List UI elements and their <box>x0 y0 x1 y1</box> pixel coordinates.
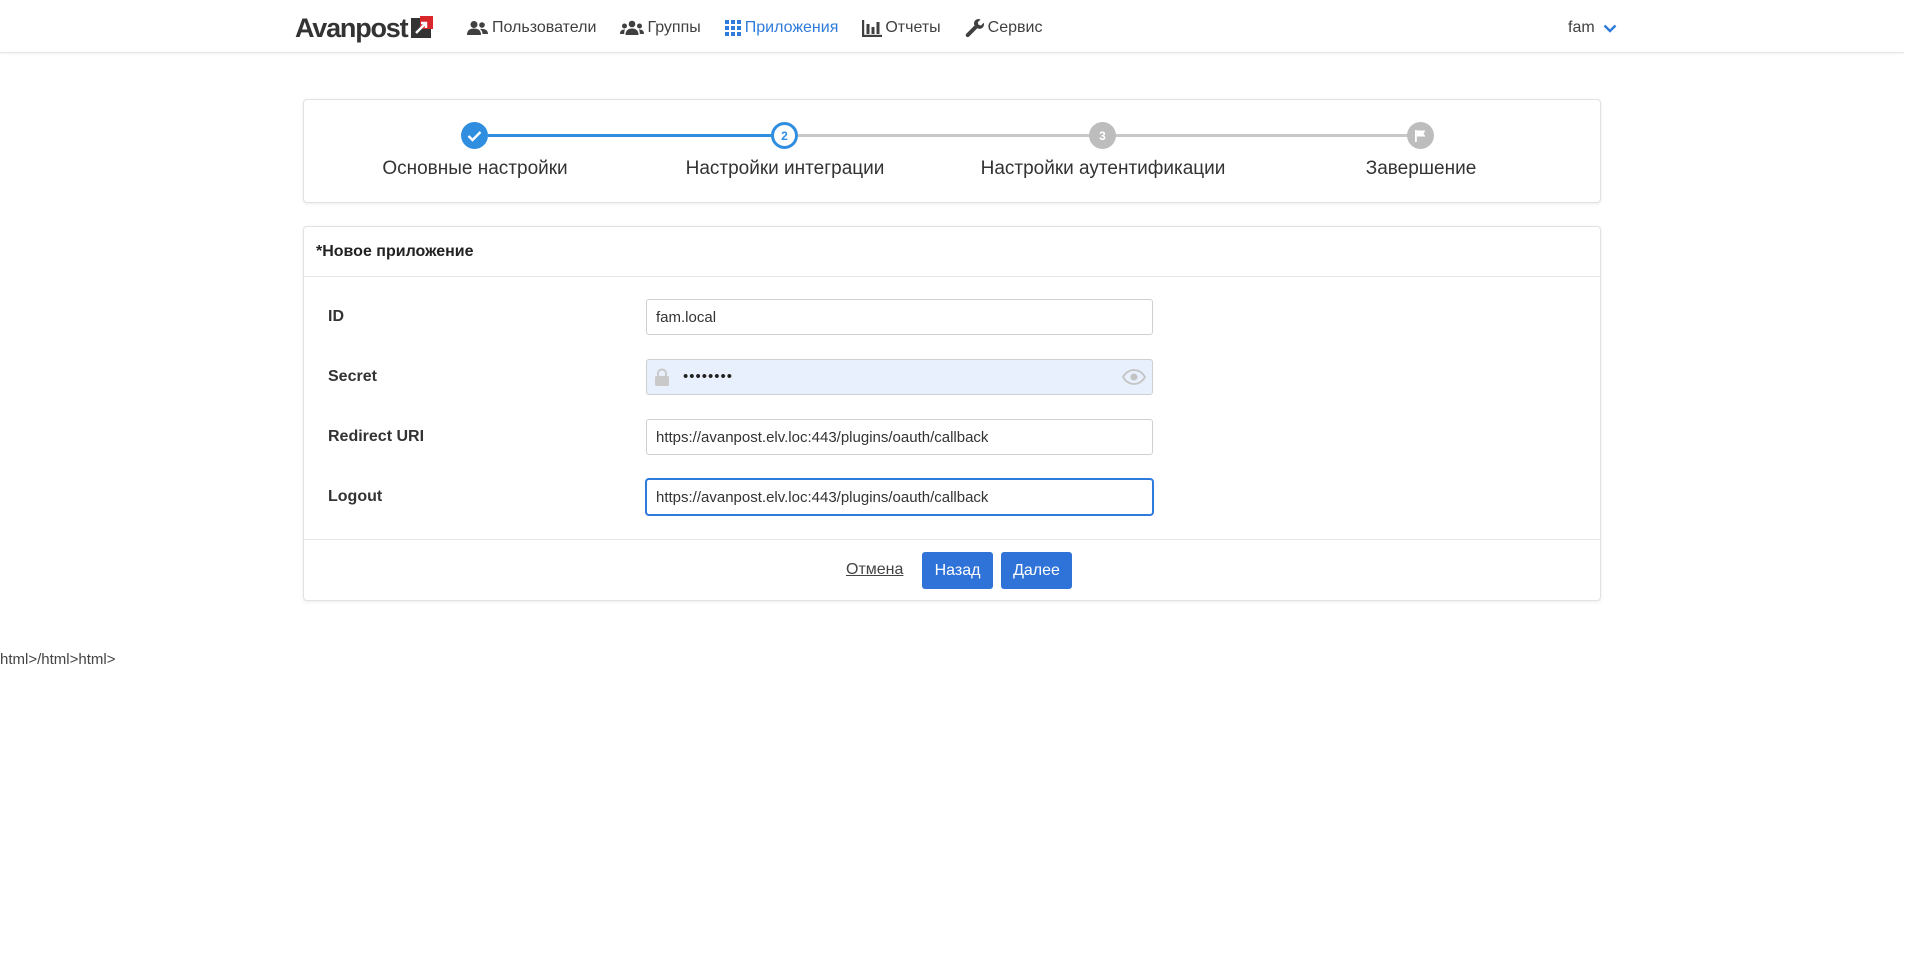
secret-input[interactable]: •••••••• <box>646 359 1153 395</box>
step-number: 3 <box>1099 128 1106 143</box>
step-4-marker[interactable] <box>1407 122 1434 149</box>
stray-markup-text: html>/html>html> <box>0 651 116 668</box>
back-button[interactable]: Назад <box>922 552 993 589</box>
logo-text: Avanpost <box>295 12 409 43</box>
step-3-marker[interactable]: 3 <box>1089 122 1116 149</box>
redirect-uri-label: Redirect URI <box>328 428 425 445</box>
step-number: 2 <box>781 128 788 143</box>
nav-item-label: Пользователи <box>492 19 597 36</box>
cancel-link[interactable]: Отмена <box>846 561 903 579</box>
next-button[interactable]: Далее <box>1001 552 1072 589</box>
wizard-stepper <box>303 99 1601 203</box>
nav-item-reports[interactable]: Отчеты <box>862 0 941 56</box>
logout-input[interactable] <box>646 479 1153 515</box>
field-row-logout: Logout <box>304 479 1600 515</box>
window-edge <box>1904 0 1920 970</box>
main-nav: Пользователи Группы Приложения Отчеты Се… <box>467 0 1066 56</box>
nav-item-users[interactable]: Пользователи <box>467 0 596 56</box>
top-navigation-bar: Avanpost Пользователи Группы Приложения … <box>0 0 1904 53</box>
check-icon <box>467 130 482 142</box>
group-icon <box>620 20 645 35</box>
nav-item-groups[interactable]: Группы <box>620 0 701 56</box>
id-input[interactable] <box>646 299 1153 335</box>
new-application-form: *Новое приложение ID Secret •••••••• Red… <box>303 226 1601 601</box>
nav-item-label: Отчеты <box>885 19 941 36</box>
step-4-label: Завершение <box>1365 158 1477 179</box>
nav-item-label: Сервис <box>987 19 1043 36</box>
lock-icon <box>655 368 669 386</box>
step-2-marker[interactable]: 2 <box>771 122 798 149</box>
user-menu[interactable]: fam <box>1568 0 1617 56</box>
logo-mark-icon <box>411 16 434 38</box>
chevron-down-icon <box>1603 24 1617 33</box>
eye-icon[interactable] <box>1122 369 1146 385</box>
nav-item-service[interactable]: Сервис <box>965 0 1043 56</box>
secret-label: Secret <box>328 368 377 385</box>
secret-masked-value: •••••••• <box>683 368 734 385</box>
nav-item-label: Группы <box>647 19 701 36</box>
form-footer: Отмена Назад Далее <box>304 539 1600 601</box>
step-1-label: Основные настройки <box>382 158 568 179</box>
nav-item-applications[interactable]: Приложения <box>724 0 839 56</box>
field-row-id: ID <box>304 299 1600 335</box>
step-1-marker[interactable] <box>461 122 488 149</box>
step-2-label: Настройки интеграции <box>685 158 885 179</box>
bar-chart-icon <box>862 19 883 37</box>
nav-item-label: Приложения <box>744 19 839 36</box>
user-name: fam <box>1568 19 1595 36</box>
field-row-redirect-uri: Redirect URI <box>304 419 1600 455</box>
form-title: *Новое приложение <box>304 227 1600 277</box>
avanpost-logo[interactable]: Avanpost <box>295 13 434 43</box>
step-3-label: Настройки аутентификации <box>980 158 1226 179</box>
wrench-icon <box>965 19 984 38</box>
logout-label: Logout <box>328 488 383 505</box>
step-connector-pending <box>1116 134 1416 137</box>
flag-icon <box>1415 129 1426 142</box>
apps-grid-icon <box>724 20 741 36</box>
users-icon <box>467 21 488 35</box>
step-connector-done <box>488 134 786 137</box>
redirect-uri-input[interactable] <box>646 419 1153 455</box>
field-row-secret: Secret •••••••• <box>304 359 1600 395</box>
id-label: ID <box>328 308 344 325</box>
